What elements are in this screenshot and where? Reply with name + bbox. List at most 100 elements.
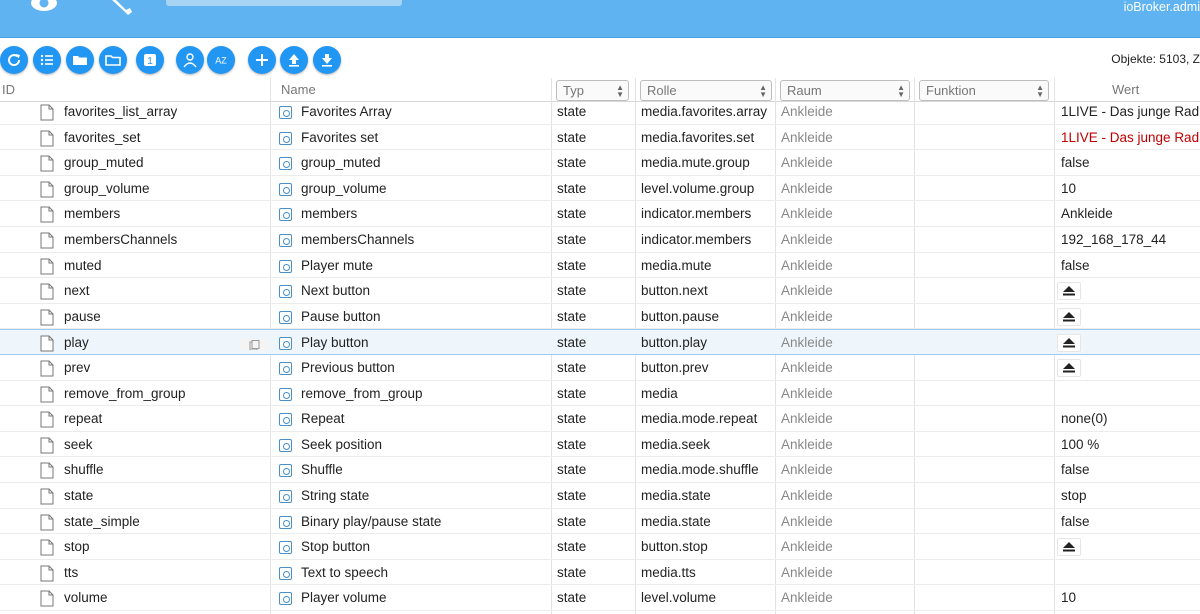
table-row[interactable]: volume Player volume state level.volume Ankl… xyxy=(0,585,1200,611)
row-id[interactable]: tts xyxy=(64,560,244,585)
row-value[interactable]: stop xyxy=(1061,483,1200,508)
collapse-level-button[interactable]: 1 xyxy=(136,46,164,74)
row-id[interactable]: muted xyxy=(64,253,244,278)
row-id[interactable]: repeat xyxy=(64,406,244,431)
row-id[interactable]: state_simple xyxy=(64,509,244,534)
expand-all-button[interactable] xyxy=(99,46,127,74)
row-value[interactable]: false xyxy=(1061,150,1200,175)
table-row[interactable]: tts Text to speech state media.tts Ankleide xyxy=(0,560,1200,586)
table-row[interactable]: state String state state media.state Ankleid… xyxy=(0,483,1200,509)
row-id[interactable]: volume xyxy=(64,585,244,610)
row-id[interactable]: next xyxy=(64,278,244,303)
row-value[interactable]: Ankleide xyxy=(1061,201,1200,226)
row-name[interactable]: Next button xyxy=(301,278,546,303)
row-value[interactable]: 10 xyxy=(1061,585,1200,610)
row-name[interactable]: membersChannels xyxy=(301,227,546,252)
row-name[interactable]: remove_from_group xyxy=(301,381,546,406)
row-id[interactable]: membersChannels xyxy=(64,227,244,252)
row-id[interactable]: remove_from_group xyxy=(64,381,244,406)
table-row[interactable]: remove_from_group remove_from_group state m… xyxy=(0,381,1200,407)
download-button[interactable] xyxy=(313,46,341,74)
row-value[interactable] xyxy=(1061,560,1200,585)
row-value[interactable]: 100 % xyxy=(1061,432,1200,457)
table-row[interactable]: members members state indicator.members Ankl… xyxy=(0,201,1200,227)
row-id[interactable]: group_muted xyxy=(64,150,244,175)
list-view-button[interactable] xyxy=(33,46,61,74)
table-row[interactable]: stop Stop button state button.stop Ankleide xyxy=(0,534,1200,560)
row-name[interactable]: String state xyxy=(301,483,546,508)
search-input[interactable] xyxy=(166,0,402,6)
press-button[interactable] xyxy=(1057,359,1081,377)
file-icon xyxy=(40,539,54,556)
table-row[interactable]: membersChannels membersChannels state indic… xyxy=(0,227,1200,253)
press-button[interactable] xyxy=(1057,334,1081,353)
press-button[interactable] xyxy=(1057,282,1081,301)
sort-button[interactable]: AZ xyxy=(207,46,235,74)
user-label[interactable]: ioBroker.admi xyxy=(1124,0,1200,14)
row-id[interactable]: group_volume xyxy=(64,176,244,201)
row-name[interactable]: Play button xyxy=(301,330,546,355)
column-role-filter[interactable]: Rolle ▲ ▼ xyxy=(640,80,772,101)
row-value[interactable]: false xyxy=(1061,457,1200,482)
row-name[interactable]: Repeat xyxy=(301,406,546,431)
folder-view-button[interactable] xyxy=(66,46,94,74)
wrench-icon[interactable] xyxy=(110,0,136,16)
table-row[interactable]: state_simple Binary play/pause state state… xyxy=(0,509,1200,535)
upload-button[interactable] xyxy=(280,46,308,74)
user-filter-button[interactable] xyxy=(176,46,204,74)
row-value[interactable]: false xyxy=(1061,509,1200,534)
table-row[interactable]: shuffle Shuffle state media.mode.shuffle Ank… xyxy=(0,457,1200,483)
row-name[interactable]: Stop button xyxy=(301,534,546,559)
table-row[interactable]: repeat Repeat state media.mode.repeat Anklei… xyxy=(0,406,1200,432)
row-id[interactable]: pause xyxy=(64,304,244,329)
row-name[interactable]: Text to speech xyxy=(301,560,546,585)
row-id[interactable]: play xyxy=(64,330,244,355)
row-value[interactable]: 1LIVE - Das junge Rad xyxy=(1061,125,1200,150)
refresh-button[interactable] xyxy=(0,46,28,74)
row-id[interactable]: seek xyxy=(64,432,244,457)
table-row[interactable]: next Next button state button.next Ankleide xyxy=(0,278,1200,304)
table-row[interactable]: pause Pause button state button.pause Anklei… xyxy=(0,304,1200,330)
table-row[interactable]: group_muted group_muted state media.mute.gr… xyxy=(0,150,1200,176)
row-id[interactable]: state xyxy=(64,483,244,508)
table-row[interactable]: prev Previous button state button.prev Ankle… xyxy=(0,355,1200,381)
table-row[interactable]: seek Seek position state media.seek Ankleide… xyxy=(0,432,1200,458)
row-name[interactable]: group_volume xyxy=(301,176,546,201)
copy-icon[interactable] xyxy=(240,336,268,351)
row-name[interactable]: members xyxy=(301,201,546,226)
row-id[interactable]: stop xyxy=(64,534,244,559)
table-row[interactable]: play Play button state button.play Ankleide xyxy=(0,329,1200,355)
column-function-filter[interactable]: Funktion ▲ ▼ xyxy=(919,80,1049,101)
row-name[interactable]: Player volume xyxy=(301,585,546,610)
row-id[interactable]: members xyxy=(64,201,244,226)
eye-icon[interactable] xyxy=(30,0,58,12)
add-button[interactable] xyxy=(248,46,276,74)
row-id[interactable]: prev xyxy=(64,355,244,380)
table-row[interactable]: group_volume group_volume state level.volum… xyxy=(0,176,1200,202)
press-button[interactable] xyxy=(1057,307,1081,326)
row-name[interactable]: Seek position xyxy=(301,432,546,457)
row-name[interactable]: Pause button xyxy=(301,304,546,329)
row-id[interactable]: shuffle xyxy=(64,457,244,482)
row-id[interactable]: favorites_list_array xyxy=(64,99,244,124)
row-value[interactable]: 192_168_178_44 xyxy=(1061,227,1200,252)
row-value[interactable]: 10 xyxy=(1061,176,1200,201)
row-name[interactable]: Shuffle xyxy=(301,457,546,482)
table-row[interactable]: favorites_set Favorites set state media.fav… xyxy=(0,125,1200,151)
row-value[interactable]: none(0) xyxy=(1061,406,1200,431)
table-row[interactable]: muted Player mute state media.mute Ankleide f… xyxy=(0,253,1200,279)
column-room-filter[interactable]: Raum ▲ ▼ xyxy=(780,80,910,101)
row-name[interactable]: Player mute xyxy=(301,253,546,278)
row-name[interactable]: Previous button xyxy=(301,355,546,380)
row-name[interactable]: group_muted xyxy=(301,150,546,175)
row-name[interactable]: Favorites Array xyxy=(301,99,546,124)
row-id[interactable]: favorites_set xyxy=(64,125,244,150)
row-value[interactable]: false xyxy=(1061,253,1200,278)
column-typ-filter[interactable]: Typ ▲ ▼ xyxy=(556,80,629,101)
row-name[interactable]: Favorites set xyxy=(301,125,546,150)
row-name[interactable]: Binary play/pause state xyxy=(301,509,546,534)
row-value[interactable] xyxy=(1061,381,1200,406)
press-button[interactable] xyxy=(1057,538,1081,557)
table-row[interactable]: favorites_list_array Favorites Array state… xyxy=(0,99,1200,125)
row-value[interactable]: 1LIVE - Das junge Rad xyxy=(1061,99,1200,124)
